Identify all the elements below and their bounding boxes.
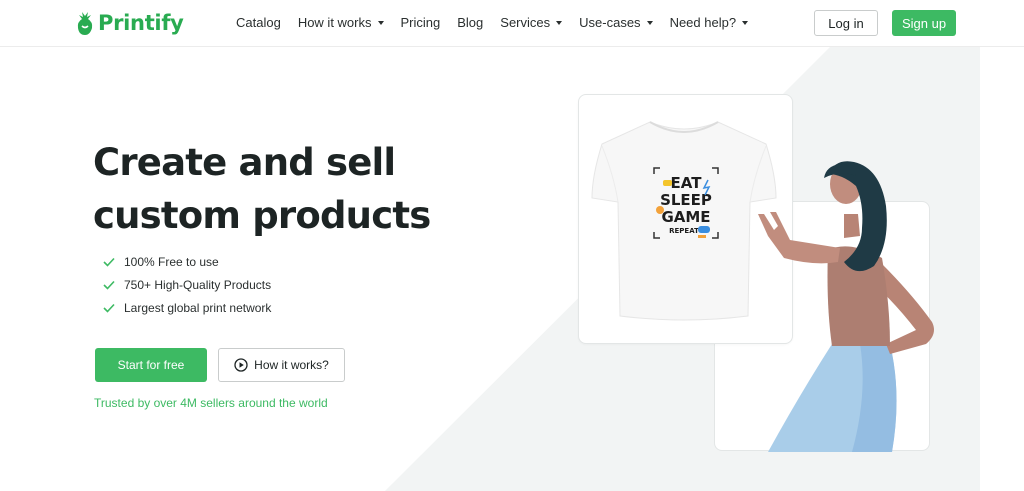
nav-item-catalog[interactable]: Catalog: [236, 15, 281, 30]
nav-item-services[interactable]: Services: [500, 15, 563, 30]
trusted-by-text: Trusted by over 4M sellers around the wo…: [94, 396, 328, 410]
design-line-3: GAME: [661, 208, 710, 226]
feature-item: 100% Free to use: [103, 250, 271, 273]
nav-item-label: Use-cases: [579, 15, 641, 30]
hero-title-line-1: Create and sell: [93, 141, 396, 184]
main-nav: Catalog How it works Pricing Blog Services Us…: [236, 15, 749, 30]
check-icon: [103, 303, 115, 313]
nav-item-label: Catalog: [236, 15, 281, 30]
how-it-works-button[interactable]: How it works?: [218, 348, 345, 382]
check-icon: [103, 280, 115, 290]
printify-logo[interactable]: Printify: [76, 10, 184, 36]
nav-item-label: Services: [500, 15, 551, 30]
nav-item-use-cases[interactable]: Use-cases: [579, 15, 653, 30]
design-line-2: SLEEP: [660, 191, 712, 209]
chevron-down-icon: [742, 21, 749, 25]
chevron-down-icon: [377, 21, 384, 25]
feature-item: Largest global print network: [103, 296, 271, 319]
hero-title: Create and sell custom products: [93, 136, 453, 242]
nav-item-need-help[interactable]: Need help?: [670, 15, 749, 30]
login-button[interactable]: Log in: [814, 10, 878, 36]
feature-label: 750+ High-Quality Products: [124, 277, 272, 292]
check-icon: [103, 257, 115, 267]
feature-item: 750+ High-Quality Products: [103, 273, 271, 296]
nav-item-label: How it works: [297, 15, 372, 30]
play-circle-icon: [234, 358, 248, 372]
design-line-4: REPEAT: [669, 227, 699, 235]
how-it-works-label: How it works?: [254, 358, 329, 372]
nav-item-pricing[interactable]: Pricing: [401, 15, 441, 30]
signup-button[interactable]: Sign up: [892, 10, 956, 36]
chevron-down-icon: [646, 21, 653, 25]
printify-logo-icon: [77, 12, 93, 35]
nav-item-label: Need help?: [669, 15, 737, 30]
nav-item-blog[interactable]: Blog: [457, 15, 483, 30]
feature-label: 100% Free to use: [124, 254, 219, 269]
top-navigation-bar: Printify Catalog How it works Pricing Blog S…: [0, 0, 1024, 47]
design-line-1: EAT: [671, 174, 703, 192]
logo-text: Printify: [98, 11, 184, 35]
chevron-down-icon: [556, 21, 563, 25]
nav-item-label: Blog: [457, 15, 484, 30]
feature-list: 100% Free to use 750+ High-Quality Produ…: [103, 250, 271, 319]
start-for-free-button[interactable]: Start for free: [95, 348, 207, 382]
nav-item-how-it-works[interactable]: How it works: [298, 15, 384, 30]
feature-label: Largest global print network: [124, 300, 272, 315]
nav-item-label: Pricing: [400, 15, 441, 30]
hero-title-line-2: custom products: [93, 194, 431, 237]
woman-illustration: [758, 161, 934, 452]
